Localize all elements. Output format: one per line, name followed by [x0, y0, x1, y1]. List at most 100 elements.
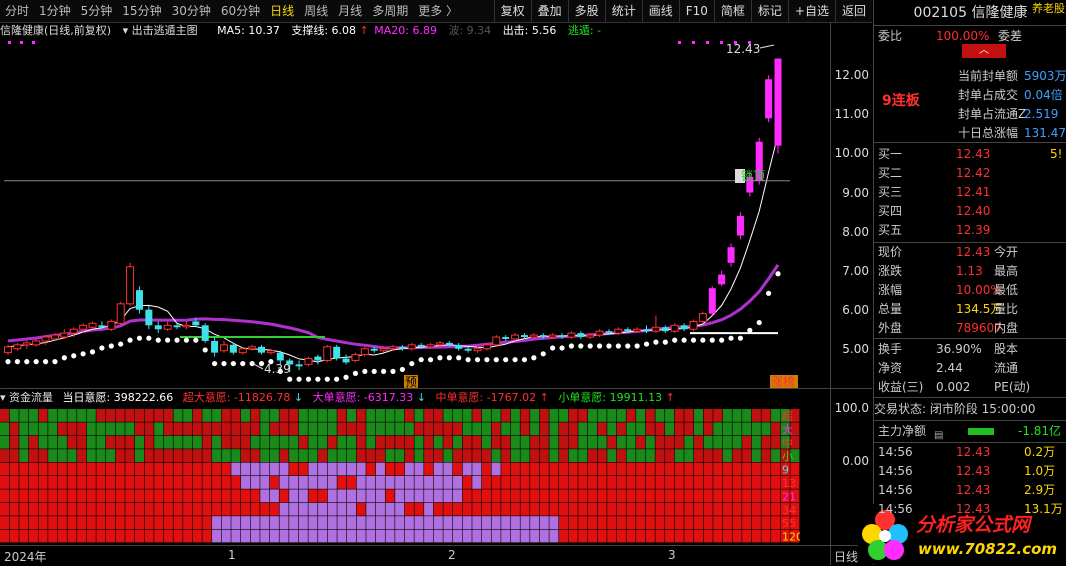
candle[interactable]: [258, 344, 266, 355]
candle[interactable]: [295, 360, 303, 371]
heatmap-cell: [192, 449, 202, 462]
candle[interactable]: [304, 356, 313, 367]
period-tab-6[interactable]: 日线: [265, 0, 299, 22]
candle[interactable]: [182, 321, 191, 330]
period-tab-10[interactable]: 更多 〉: [413, 0, 463, 22]
candlestick-chart[interactable]: 12.43 4.39 锁顶预 涨榜: [0, 40, 830, 388]
candle[interactable]: [774, 58, 782, 154]
heatmap-cell: [751, 409, 761, 422]
tool-button-5[interactable]: F10: [678, 0, 714, 22]
candle[interactable]: [765, 75, 773, 123]
candle[interactable]: [689, 319, 698, 332]
candle[interactable]: [219, 340, 228, 353]
period-tab-1[interactable]: 1分钟: [34, 0, 76, 22]
candle[interactable]: [680, 323, 688, 332]
candle[interactable]: [351, 352, 360, 363]
heatmap-cell: [144, 462, 154, 476]
period-tab-2[interactable]: 5分钟: [76, 0, 118, 22]
candle[interactable]: [577, 331, 585, 339]
heatmap-cell: [472, 529, 482, 543]
candle[interactable]: [323, 344, 332, 363]
candle[interactable]: [22, 340, 31, 349]
period-tab-3[interactable]: 15分钟: [117, 0, 166, 22]
heatmap-cell: [732, 409, 742, 422]
candle[interactable]: [661, 325, 669, 334]
candle[interactable]: [342, 354, 350, 365]
fund-flow-heatmap[interactable]: 超大中小913213455120: [0, 409, 800, 543]
signal-marker: [8, 41, 11, 44]
candle[interactable]: [398, 344, 406, 351]
heatmap-cell: [318, 489, 328, 503]
candle[interactable]: [145, 305, 153, 330]
heatmap-cell: [202, 435, 212, 449]
collapse-chevron-icon[interactable]: ︿: [962, 44, 1006, 58]
candle[interactable]: [360, 346, 369, 357]
tool-button-7[interactable]: 标记: [750, 0, 788, 22]
candle[interactable]: [455, 342, 463, 351]
heatmap-cell: [742, 476, 752, 489]
candle[interactable]: [651, 315, 660, 334]
tick-time: 14:56: [878, 445, 913, 459]
tool-button-8[interactable]: +自选: [787, 0, 835, 22]
heatmap-cell: [404, 529, 414, 543]
candle[interactable]: [698, 311, 707, 324]
candle[interactable]: [736, 212, 744, 240]
x-label-jan: 1: [228, 548, 236, 562]
quote2-right-label: 股本: [994, 342, 1019, 356]
candle[interactable]: [708, 286, 716, 316]
candle[interactable]: [201, 323, 209, 343]
candle[interactable]: [567, 331, 576, 339]
candle[interactable]: [4, 344, 12, 355]
candle[interactable]: [32, 338, 41, 347]
heatmap-cell: [530, 409, 540, 422]
candle[interactable]: [154, 321, 162, 334]
candle[interactable]: [126, 262, 135, 306]
heatmap-cell: [366, 409, 376, 422]
heatmap-cell: [9, 489, 19, 503]
heatmap-cell: [221, 502, 231, 516]
candle[interactable]: [13, 342, 22, 351]
period-tab-4[interactable]: 30分钟: [167, 0, 216, 22]
candle[interactable]: [407, 342, 416, 351]
candle[interactable]: [314, 354, 322, 365]
formula-selector[interactable]: ▾ 出击逃遁主图: [123, 24, 206, 37]
candle[interactable]: [88, 321, 97, 330]
support-dot: [352, 370, 359, 376]
heatmap-cell: [9, 422, 19, 436]
tool-button-0[interactable]: 复权: [493, 0, 531, 22]
heatmap-cell: [559, 502, 569, 516]
period-tab-7[interactable]: 周线: [299, 0, 333, 22]
tool-button-2[interactable]: 多股: [567, 0, 605, 22]
heatmap-cell: [693, 476, 704, 489]
candle[interactable]: [116, 301, 125, 326]
candle[interactable]: [211, 337, 219, 357]
heatmap-cell: [510, 409, 520, 422]
candle[interactable]: [163, 321, 172, 332]
high-pointer: [759, 44, 775, 49]
tool-button-1[interactable]: 叠加: [530, 0, 568, 22]
candle[interactable]: [718, 270, 726, 287]
period-tab-8[interactable]: 月线: [333, 0, 367, 22]
period-tab-0[interactable]: 分时: [0, 0, 34, 22]
candle[interactable]: [492, 335, 501, 347]
candle[interactable]: [248, 344, 257, 351]
candle[interactable]: [670, 323, 679, 334]
bid-label: 买五: [878, 223, 903, 237]
flow-title[interactable]: ▾ 资金流量: [0, 391, 53, 404]
candle[interactable]: [107, 319, 116, 332]
tool-button-9[interactable]: 返回: [834, 0, 872, 22]
candle[interactable]: [727, 243, 735, 267]
period-tab-9[interactable]: 多周期: [367, 0, 413, 22]
candle[interactable]: [502, 335, 510, 341]
period-tab-5[interactable]: 60分钟: [216, 0, 265, 22]
candle[interactable]: [135, 286, 143, 314]
candle[interactable]: [333, 344, 341, 361]
tool-button-6[interactable]: 简框: [713, 0, 751, 22]
quote-panel: 002105 信隆健康 养老股 委比 100.00% 委差 ︿ 9连板 交易状态…: [858, 0, 1066, 565]
heatmap-cell: [645, 449, 655, 462]
candle[interactable]: [60, 329, 69, 339]
tool-button-3[interactable]: 统计: [604, 0, 642, 22]
heatmap-cell: [250, 529, 260, 543]
candle[interactable]: [41, 335, 50, 345]
tool-button-4[interactable]: 画线: [641, 0, 679, 22]
